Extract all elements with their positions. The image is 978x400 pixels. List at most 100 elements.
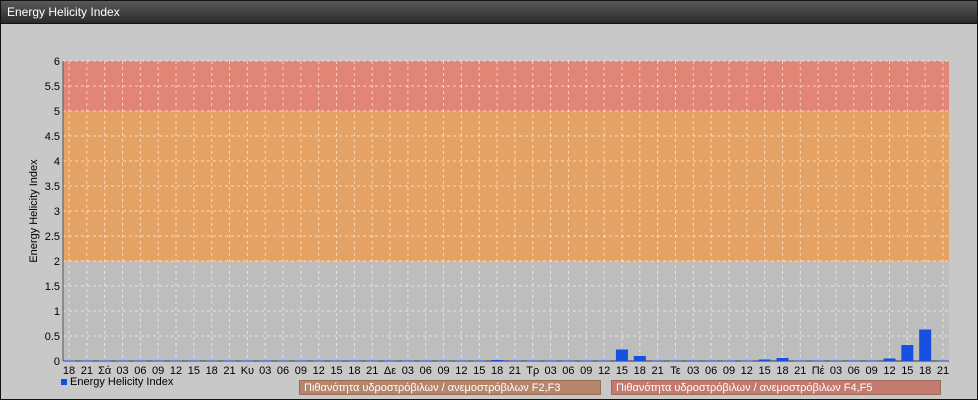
bar (98, 360, 111, 362)
x-tick-label: 12 (741, 365, 753, 377)
x-tick-label: 12 (883, 365, 895, 377)
bar (170, 360, 183, 362)
x-tick-label: 03 (259, 365, 271, 377)
x-tick-label: 09 (723, 365, 735, 377)
title-bar: Energy Helicity Index (1, 1, 977, 24)
y-tick-label: 5 (54, 106, 60, 118)
x-tick-label: 06 (420, 365, 432, 377)
x-tick-label: 03 (544, 365, 556, 377)
bar (740, 360, 753, 362)
legend-label: Energy Helicity Index (70, 376, 174, 388)
x-tick-label: 06 (562, 365, 574, 377)
x-tick-label: 21 (794, 365, 806, 377)
y-tick-label: 3.5 (45, 181, 60, 193)
x-tick-label: 15 (188, 365, 200, 377)
y-tick-label: 0.5 (45, 331, 60, 343)
x-tick-label: 15 (759, 365, 771, 377)
x-tick-label: 09 (437, 365, 449, 377)
x-tick-label: 15 (901, 365, 913, 377)
bar (722, 360, 735, 362)
y-tick-label: 2.5 (45, 231, 60, 243)
x-tick-label: 12 (313, 365, 325, 377)
x-tick-label: 21 (223, 365, 235, 377)
bar (401, 360, 414, 362)
bar (562, 360, 575, 362)
x-tick-label: Τρ (526, 365, 539, 377)
y-tick-label: 0 (54, 356, 60, 368)
x-tick-label: 03 (687, 365, 699, 377)
bar (544, 360, 557, 362)
bar (437, 360, 450, 362)
bar (937, 360, 949, 362)
x-tick-label: 18 (634, 365, 646, 377)
x-tick-label: 18 (491, 365, 503, 377)
x-tick-label: 09 (295, 365, 307, 377)
y-tick-label: 2 (54, 256, 60, 268)
bar (277, 360, 290, 362)
bar (473, 360, 486, 362)
legend-swatch (61, 379, 67, 386)
bar (633, 356, 646, 361)
bar (812, 360, 825, 362)
bar (63, 360, 75, 362)
bar (80, 360, 93, 362)
x-tick-label: 18 (348, 365, 360, 377)
bar (491, 360, 504, 361)
x-tick-label: 12 (455, 365, 467, 377)
bar (294, 360, 307, 362)
x-tick-label: 09 (580, 365, 592, 377)
x-tick-label: 21 (509, 365, 521, 377)
y-tick-label: 1 (54, 306, 60, 318)
x-tick-label: 03 (830, 365, 842, 377)
legend-entry[interactable]: Energy Helicity Index (61, 376, 173, 388)
x-tick-label: 21 (651, 365, 663, 377)
bar (580, 360, 593, 362)
bar (152, 360, 165, 362)
band-label-f4f5: Πιθανότητα υδροστρόβιλων / ανεμοστρόβιλω… (611, 380, 941, 395)
bar (348, 360, 361, 362)
bar (259, 360, 272, 362)
bar (455, 360, 468, 362)
chart-window: Energy Helicity Index 0 0.5 1 1.5 2 2.5 3 3.5 4 4… (0, 0, 978, 400)
bar (384, 360, 397, 362)
x-tick-label: 03 (402, 365, 414, 377)
bar (187, 360, 200, 362)
bar (134, 360, 147, 362)
y-tick-label: 5.5 (45, 81, 60, 93)
bar (847, 360, 860, 362)
bar (312, 360, 325, 362)
chart-area: 0 0.5 1 1.5 2 2.5 3 3.5 4 4.5 5 5.5 6 18 21 Σά 03 06 09 12 1… (1, 24, 977, 399)
x-tick-label: 09 (866, 365, 878, 377)
bar (883, 358, 896, 361)
bar (508, 360, 521, 362)
x-tick-label: 06 (705, 365, 717, 377)
bar (865, 360, 878, 362)
x-tick-label: 18 (776, 365, 788, 377)
bar (705, 360, 718, 362)
bar (366, 360, 379, 362)
bar (330, 360, 343, 362)
bar (615, 349, 628, 361)
y-tick-label: 4 (54, 156, 60, 168)
x-tick-label: 21 (937, 365, 949, 377)
bar (794, 360, 807, 362)
bar (901, 345, 914, 361)
y-axis-label: Energy Helicity Index (28, 159, 40, 263)
x-tick-label: 18 (206, 365, 218, 377)
bar (829, 360, 842, 362)
x-tick-label: 15 (473, 365, 485, 377)
x-tick-label: Δε (384, 365, 396, 377)
bar (919, 329, 932, 361)
window-title: Energy Helicity Index (7, 5, 120, 19)
y-tick-label: 4.5 (45, 131, 60, 143)
x-tick-label: 15 (330, 365, 342, 377)
bar (687, 360, 700, 362)
bar (223, 360, 236, 362)
x-tick-label: Τε (670, 365, 681, 377)
y-tick-label: 3 (54, 206, 60, 218)
bar (758, 359, 771, 361)
bar (419, 360, 432, 362)
bar (776, 358, 789, 361)
chart-svg: 00.511.522.533.544.555.5618 21 Σά 03 06 09 12 1… (45, 56, 949, 377)
bar (651, 360, 664, 362)
